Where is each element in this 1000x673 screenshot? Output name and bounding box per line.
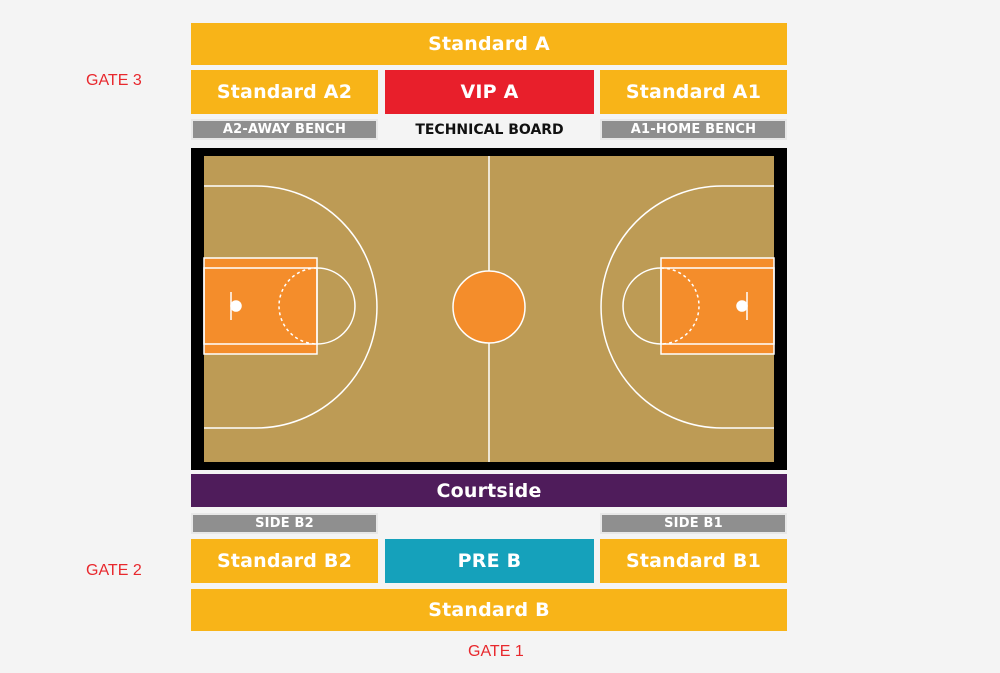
section-standard-a[interactable]: Standard A xyxy=(191,23,787,65)
section-courtside[interactable]: Courtside xyxy=(191,474,787,507)
section-pre-b[interactable]: PRE B xyxy=(385,539,594,583)
right-hoop xyxy=(736,300,748,312)
section-side-b2[interactable]: SIDE B2 xyxy=(191,513,378,534)
left-key xyxy=(203,257,318,355)
right-key xyxy=(660,257,775,355)
center-circle xyxy=(452,270,526,344)
gate-2-label: GATE 2 xyxy=(86,562,142,579)
section-a1-home-bench[interactable]: A1-HOME BENCH xyxy=(600,119,787,140)
section-vip-a[interactable]: VIP A xyxy=(385,70,594,114)
technical-board-label: TECHNICAL BOARD xyxy=(415,122,564,138)
section-a2-away-bench[interactable]: A2-AWAY BENCH xyxy=(191,119,378,140)
gate-1-label: GATE 1 xyxy=(468,643,524,660)
section-standard-b1[interactable]: Standard B1 xyxy=(600,539,787,583)
section-standard-a1[interactable]: Standard A1 xyxy=(600,70,787,114)
section-standard-b2[interactable]: Standard B2 xyxy=(191,539,378,583)
section-standard-b[interactable]: Standard B xyxy=(191,589,787,631)
left-hoop xyxy=(230,300,242,312)
section-standard-a2[interactable]: Standard A2 xyxy=(191,70,378,114)
section-side-b1[interactable]: SIDE B1 xyxy=(600,513,787,534)
basketball-court xyxy=(191,148,787,470)
gate-3-label: GATE 3 xyxy=(86,72,142,89)
